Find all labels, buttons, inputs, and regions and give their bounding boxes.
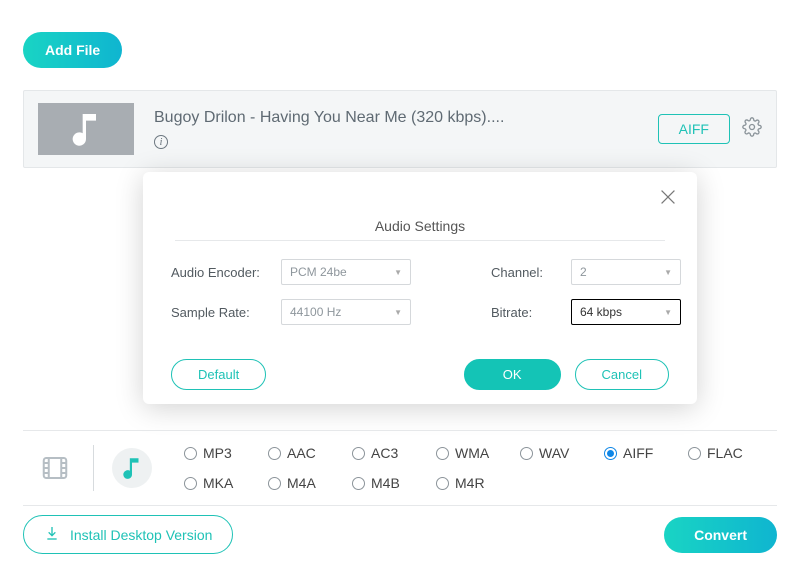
format-badge[interactable]: AIFF — [658, 114, 730, 144]
info-icon[interactable]: i — [154, 135, 168, 149]
format-option-m4r[interactable]: M4R — [436, 475, 520, 491]
format-option-mka[interactable]: MKA — [184, 475, 268, 491]
close-icon[interactable] — [657, 186, 679, 213]
channel-dropdown[interactable]: 2▼ — [571, 259, 681, 285]
format-option-wma[interactable]: WMA — [436, 445, 520, 461]
encoder-label: Audio Encoder: — [171, 265, 271, 280]
format-option-mp3[interactable]: MP3 — [184, 445, 268, 461]
format-option-aac[interactable]: AAC — [268, 445, 352, 461]
gear-icon[interactable] — [742, 117, 762, 142]
video-kind-icon[interactable] — [35, 448, 75, 488]
chevron-down-icon: ▼ — [664, 268, 672, 277]
audio-settings-modal: Audio Settings Audio Encoder: PCM 24be▼ … — [143, 172, 697, 404]
footer: Install Desktop Version Convert — [23, 515, 777, 554]
format-option-m4b[interactable]: M4B — [352, 475, 436, 491]
music-note-icon — [119, 455, 145, 481]
format-option-m4a[interactable]: M4A — [268, 475, 352, 491]
add-file-button[interactable]: Add File — [23, 32, 122, 68]
default-button[interactable]: Default — [171, 359, 266, 390]
channel-label: Channel: — [491, 265, 561, 280]
bitrate-label: Bitrate: — [491, 305, 561, 320]
format-option-ac3[interactable]: AC3 — [352, 445, 436, 461]
format-option-flac[interactable]: FLAC — [688, 445, 772, 461]
install-desktop-button[interactable]: Install Desktop Version — [23, 515, 233, 554]
format-option-aiff[interactable]: AIFF — [604, 445, 688, 461]
bitrate-dropdown[interactable]: 64 kbps▼ — [571, 299, 681, 325]
audio-kind-icon[interactable] — [112, 448, 152, 488]
chevron-down-icon: ▼ — [394, 308, 402, 317]
chevron-down-icon: ▼ — [664, 308, 672, 317]
music-note-icon — [66, 109, 106, 149]
film-icon — [40, 453, 70, 483]
modal-title: Audio Settings — [175, 192, 665, 241]
file-row: Bugoy Drilon - Having You Near Me (320 k… — [23, 90, 777, 168]
divider — [93, 445, 94, 491]
chevron-down-icon: ▼ — [394, 268, 402, 277]
format-option-wav[interactable]: WAV — [520, 445, 604, 461]
encoder-dropdown[interactable]: PCM 24be▼ — [281, 259, 411, 285]
download-icon — [44, 525, 60, 544]
sample-rate-label: Sample Rate: — [171, 305, 271, 320]
file-title: Bugoy Drilon - Having You Near Me (320 k… — [154, 109, 658, 127]
file-thumbnail — [38, 103, 134, 155]
formats-grid: MP3 AAC AC3 WMA WAV AIFF FLAC MKA M4A M4… — [184, 445, 772, 491]
convert-button[interactable]: Convert — [664, 517, 777, 553]
format-section: MP3 AAC AC3 WMA WAV AIFF FLAC MKA M4A M4… — [23, 430, 777, 506]
cancel-button[interactable]: Cancel — [575, 359, 669, 390]
sample-rate-dropdown[interactable]: 44100 Hz▼ — [281, 299, 411, 325]
ok-button[interactable]: OK — [464, 359, 561, 390]
